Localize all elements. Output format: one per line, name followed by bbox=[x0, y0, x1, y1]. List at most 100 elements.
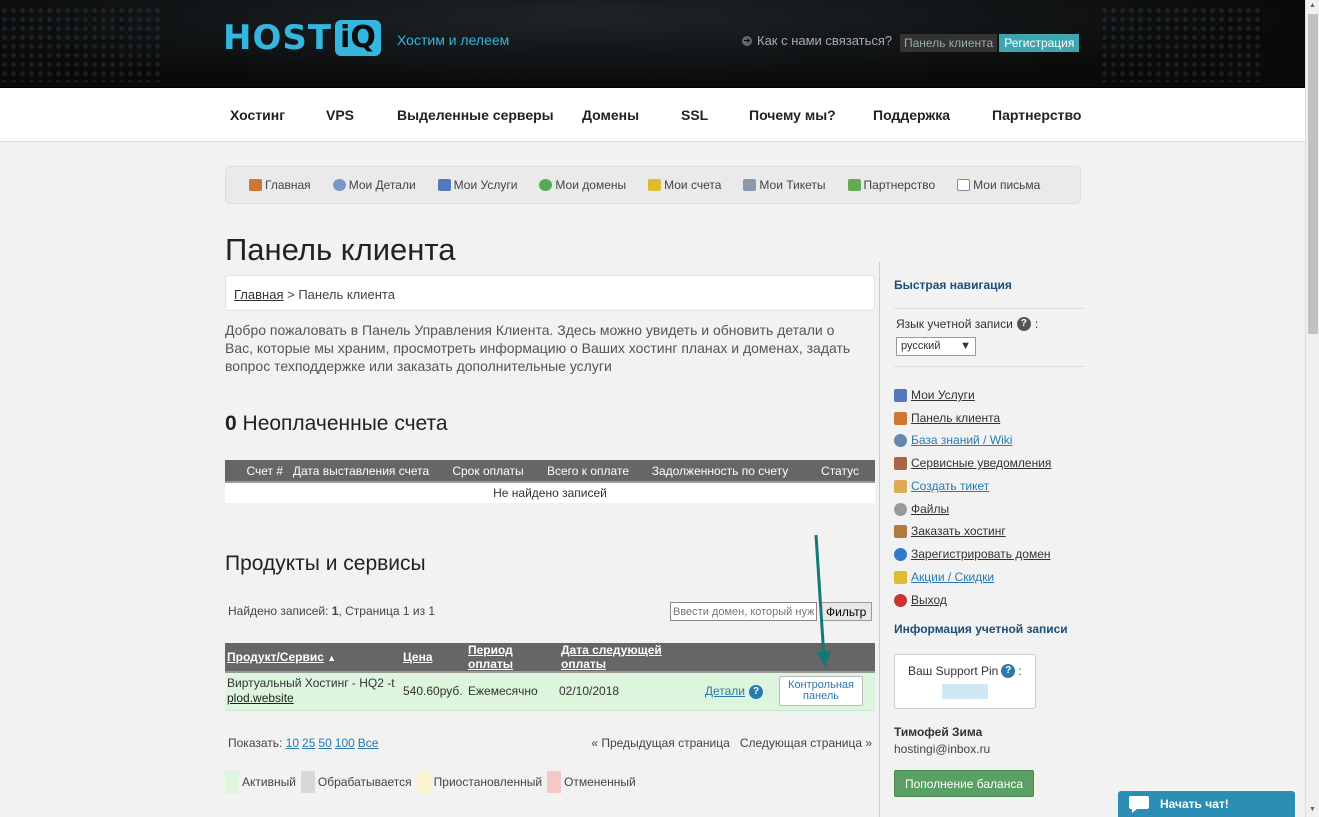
help-cell: ? bbox=[749, 672, 779, 711]
subnav-invoices[interactable]: Мои счета bbox=[648, 178, 721, 192]
top-up-balance-button[interactable]: Пополнение баланса bbox=[894, 770, 1034, 797]
subnav-affiliate[interactable]: Партнерство bbox=[847, 178, 935, 192]
col-invoice-date[interactable]: Дата выставления счета bbox=[287, 460, 435, 483]
pagination: « Предыдущая страница Следующая страница… bbox=[591, 736, 872, 750]
prev-page[interactable]: « Предыдущая страница bbox=[591, 736, 729, 750]
page-size-10[interactable]: 10 bbox=[286, 736, 299, 750]
sidebar-item-register-domain[interactable]: Зарегистрировать домен bbox=[894, 547, 1051, 561]
nav-why-us[interactable]: Почему мы? bbox=[749, 107, 836, 123]
help-icon[interactable]: ? bbox=[1016, 317, 1031, 331]
start-chat-button[interactable]: Начать чат! bbox=[1118, 791, 1295, 817]
chart-icon bbox=[437, 179, 451, 191]
lang-label: Язык учетной записи bbox=[896, 317, 1013, 331]
control-panel-button[interactable]: Контрольная панель bbox=[779, 676, 863, 707]
col-status[interactable]: Статус bbox=[805, 460, 875, 483]
subnav-tickets[interactable]: Мои Тикеты bbox=[743, 178, 826, 192]
col-next-date-label: Дата следующей оплаты bbox=[561, 643, 662, 671]
scrollbar[interactable]: ▲ ▼ bbox=[1305, 0, 1319, 817]
support-pin-box: Ваш Support Pin ? : bbox=[894, 654, 1036, 709]
legend-label: Обрабатывается bbox=[317, 775, 412, 789]
client-panel-link[interactable]: Панель клиента bbox=[900, 34, 998, 52]
help-icon[interactable]: ? bbox=[749, 685, 763, 700]
scrollbar-thumb[interactable] bbox=[1308, 14, 1318, 334]
page-size-100[interactable]: 100 bbox=[335, 736, 355, 750]
col-period[interactable]: Период оплаты bbox=[466, 643, 559, 673]
nav-ssl[interactable]: SSL bbox=[681, 107, 708, 123]
breadcrumb-home[interactable]: Главная bbox=[234, 287, 283, 302]
sidebar-item-logout[interactable]: Выход bbox=[894, 593, 947, 607]
envelope-icon bbox=[957, 179, 971, 191]
subnav-label: Мои домены bbox=[555, 178, 627, 192]
col-due-date[interactable]: Срок оплаты bbox=[435, 460, 541, 483]
details-cell: Детали bbox=[699, 672, 749, 711]
page-size-all[interactable]: Все bbox=[358, 736, 379, 750]
subnav-home[interactable]: Главная bbox=[249, 178, 311, 192]
legend-pending: Обрабатывается bbox=[300, 771, 417, 793]
filter-button[interactable]: Фильтр bbox=[820, 602, 873, 621]
sidebar-item-label: Акции / Скидки bbox=[911, 570, 995, 584]
help-icon[interactable]: ? bbox=[1001, 664, 1016, 678]
col-next-date[interactable]: Дата следующей оплаты bbox=[559, 643, 699, 673]
products-heading: Продукты и сервисы bbox=[225, 552, 426, 575]
nav-dedicated[interactable]: Выделенные серверы bbox=[397, 107, 554, 123]
home-icon bbox=[249, 179, 262, 191]
col-period-label: Период оплаты bbox=[468, 643, 513, 671]
nav-support[interactable]: Поддержка bbox=[873, 107, 950, 123]
cp-line2: панель bbox=[802, 690, 840, 703]
found-prefix: Найдено записей: bbox=[228, 604, 332, 618]
sidebar-item-order-hosting[interactable]: Заказать хостинг bbox=[894, 524, 1006, 538]
unpaid-count: 0 bbox=[225, 412, 237, 435]
page-size-25[interactable]: 25 bbox=[302, 736, 315, 750]
language-select[interactable]: русский ▼ bbox=[896, 337, 976, 356]
sidebar-item-services[interactable]: Мои Услуги bbox=[894, 388, 975, 402]
sidebar-item-announcements[interactable]: Сервисные уведомления bbox=[894, 456, 1051, 470]
breadcrumb: Главная > Панель клиента bbox=[225, 275, 875, 311]
filter-form: Фильтр bbox=[670, 602, 873, 621]
next-page[interactable]: Следующая страница » bbox=[740, 736, 872, 750]
subnav-services[interactable]: Мои Услуги bbox=[437, 178, 517, 192]
subnav-details[interactable]: Мои Детали bbox=[332, 178, 416, 192]
page-size-50[interactable]: 50 bbox=[318, 736, 331, 750]
hostiq-logo[interactable]: HOST iQ bbox=[223, 20, 381, 56]
arrow-shaft bbox=[814, 534, 826, 659]
logo-iq: iQ bbox=[335, 20, 381, 56]
legend-cancelled: Отмененный bbox=[547, 771, 636, 793]
product-domain[interactable]: plod.website bbox=[227, 691, 294, 705]
sidebar-item-files[interactable]: Файлы bbox=[894, 502, 949, 516]
exit-icon bbox=[894, 593, 907, 607]
domain-filter-input[interactable] bbox=[670, 602, 817, 621]
details-link[interactable]: Детали bbox=[705, 684, 745, 698]
sidebar-item-knowledgebase[interactable]: База знаний / Wiki bbox=[894, 433, 1012, 447]
breadcrumb-current: Панель клиента bbox=[298, 287, 395, 302]
nav-vps[interactable]: VPS bbox=[326, 107, 354, 123]
contact-link[interactable]: ➜ Как с нами связаться? bbox=[742, 33, 892, 48]
col-total[interactable]: Всего к оплате bbox=[541, 460, 635, 483]
breadcrumb-sep: > bbox=[283, 287, 299, 302]
sidebar-item-client-panel[interactable]: Панель клиента bbox=[894, 411, 1000, 425]
scroll-up-icon[interactable]: ▲ bbox=[1309, 2, 1316, 9]
col-balance[interactable]: Задолженность по счету bbox=[635, 460, 805, 483]
nav-partnership[interactable]: Партнерство bbox=[992, 107, 1081, 123]
divider bbox=[894, 366, 1084, 367]
account-info-heading: Информация учетной записи bbox=[894, 622, 1068, 636]
subnav-emails[interactable]: Мои письма bbox=[957, 178, 1040, 192]
logo-text: HOST bbox=[223, 18, 333, 58]
scroll-down-icon[interactable]: ▼ bbox=[1309, 806, 1316, 813]
sidebar-item-new-ticket[interactable]: Создать тикет bbox=[894, 479, 989, 493]
contact-label: Как с нами связаться? bbox=[757, 33, 893, 48]
sidebar-item-promotions[interactable]: Акции / Скидки bbox=[894, 570, 994, 584]
support-pin-value bbox=[942, 684, 988, 699]
records-found: Найдено записей: 1, Страница 1 из 1 bbox=[228, 604, 435, 618]
register-link[interactable]: Регистрация bbox=[999, 34, 1080, 52]
col-price[interactable]: Цена bbox=[401, 643, 466, 673]
subnav-domains[interactable]: Мои домены bbox=[539, 178, 626, 192]
client-subnav: Главная Мои Детали Мои Услуги Мои домены… bbox=[225, 166, 1081, 204]
col-product[interactable]: Продукт/Сервис ▲ bbox=[225, 643, 401, 673]
nav-hosting[interactable]: Хостинг bbox=[230, 107, 285, 123]
nav-domains[interactable]: Домены bbox=[582, 107, 639, 123]
product-cell: Виртуальный Хостинг - HQ2 -t plod.websit… bbox=[225, 672, 401, 711]
col-invoice-num[interactable]: Счет # bbox=[225, 460, 287, 483]
subnav-label: Главная bbox=[265, 178, 311, 192]
subnav-label: Мои Детали bbox=[348, 178, 416, 192]
tagline: Хостим и лелеем bbox=[397, 32, 510, 48]
